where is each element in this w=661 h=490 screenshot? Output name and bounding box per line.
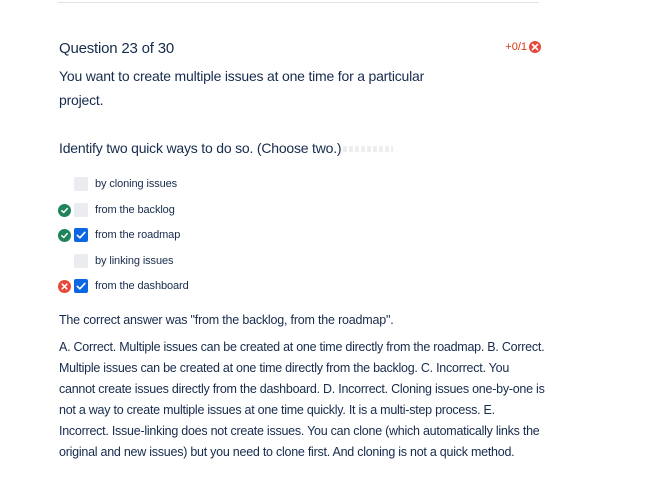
score-badge: +0/1 <box>505 41 541 53</box>
correct-answer-text: The correct answer was "from the backlog… <box>59 313 394 327</box>
option-b-checkbox[interactable] <box>74 202 88 217</box>
checkmark-icon <box>76 231 86 239</box>
score-text: +0/1 <box>505 41 527 53</box>
question-title: Question 23 of 30 <box>59 40 175 57</box>
option-b-label: from the backlog <box>95 203 175 216</box>
option-d-label: by linking issues <box>95 254 174 267</box>
option-d-checkbox[interactable] <box>74 253 88 268</box>
answer-options: by cloning issues from the backlog from … <box>58 174 358 302</box>
option-e-label: from the dashboard <box>95 280 189 292</box>
question-header: Question 23 of 30 +0/1 <box>59 40 541 60</box>
option-b[interactable]: from the backlog <box>58 200 358 226</box>
option-d[interactable]: by linking issues <box>58 251 358 277</box>
check-circle-icon <box>58 203 71 217</box>
option-e[interactable]: from the dashboard <box>58 276 358 302</box>
option-c-label: from the roadmap <box>95 229 181 241</box>
question-instruction: Identify two quick ways to do so. (Choos… <box>59 136 394 160</box>
faded-placeholder <box>343 146 394 153</box>
answer-explanation: A. Correct. Multiple issues can be creat… <box>59 340 545 459</box>
top-divider <box>58 2 539 3</box>
option-c-checkbox[interactable] <box>74 228 88 242</box>
question-prompt: You want to create multiple issues at on… <box>59 68 425 108</box>
checkmark-icon <box>76 282 86 290</box>
option-a[interactable]: by cloning issues <box>58 174 358 200</box>
x-circle-icon <box>58 280 71 293</box>
option-a-checkbox[interactable] <box>74 177 88 191</box>
x-circle-icon <box>529 41 541 53</box>
check-circle-icon <box>58 229 71 242</box>
instruction-text: Identify two quick ways to do so. (Choos… <box>59 140 342 156</box>
option-a-label: by cloning issues <box>95 178 178 190</box>
option-c[interactable]: from the roadmap <box>58 225 358 251</box>
option-e-checkbox[interactable] <box>74 279 88 293</box>
